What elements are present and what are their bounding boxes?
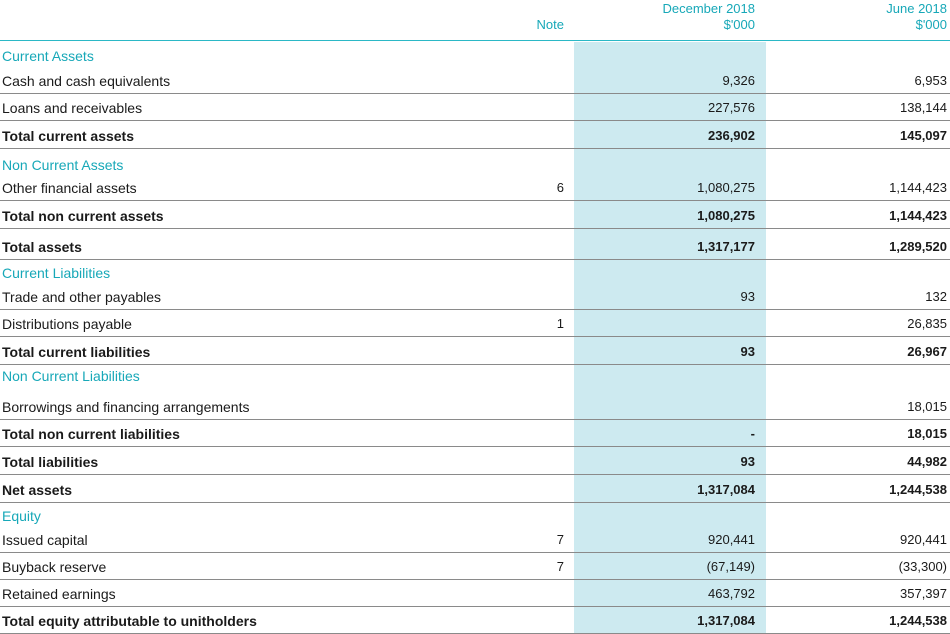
- june-2018-value: 920,441: [900, 532, 947, 547]
- table-row-borrowings-and-financing-arrangements: Borrowings and financing arrangements 18,…: [0, 388, 950, 420]
- december-2018-value: 227,576: [708, 100, 755, 115]
- table-row-total-non-current-liabilities: Total non current liabilities - 18,015: [0, 419, 950, 447]
- row-label: Total equity attributable to unitholders: [2, 613, 257, 629]
- row-note: 7: [556, 559, 564, 574]
- table-header: Note December 2018 $'000 June 2018 $'000: [0, 0, 950, 41]
- december-2018-value: 93: [740, 454, 755, 469]
- december-2018-value: 1,317,084: [697, 613, 755, 628]
- note-header-label: Note: [536, 17, 564, 32]
- table-row-other-financial-assets: Other financial assets 6 1,080,275 1,144,42…: [0, 177, 950, 201]
- june-2018-value: 6,953: [914, 73, 947, 88]
- june-column-header: June 2018 $'000: [886, 1, 947, 33]
- table-row-cash-and-cash-equivalents: Cash and cash equivalents 9,326 6,953: [0, 68, 950, 94]
- row-note: 1: [556, 316, 564, 331]
- december-2018-value: 1,080,275: [697, 208, 755, 223]
- table-row-loans-and-receivables: Loans and receivables 227,576 138,144: [0, 93, 950, 121]
- december-2018-value: 9,326: [722, 73, 755, 88]
- table-row-total-current-assets: Total current assets 236,902 145,097: [0, 120, 950, 149]
- row-label: Total current liabilities: [2, 344, 151, 360]
- row-label: Buyback reserve: [2, 559, 107, 575]
- june-2018-value: 26,967: [907, 344, 947, 359]
- june-2018-value: 18,015: [907, 399, 947, 414]
- section-heading-non-current-liabilities: Non Current Liabilities: [0, 368, 950, 388]
- row-label: Retained earnings: [2, 586, 116, 602]
- row-label: Distributions payable: [2, 316, 132, 332]
- row-label: Total non current liabilities: [2, 426, 180, 442]
- table-row-total-assets: Total assets 1,317,177 1,289,520: [0, 228, 950, 260]
- june-2018-value: 145,097: [900, 128, 947, 143]
- june-2018-value: 1,244,538: [889, 613, 947, 628]
- row-label: Total liabilities: [2, 454, 99, 470]
- table-row-distributions-payable: Distributions payable 1 26,835: [0, 309, 950, 337]
- row-note: 6: [556, 180, 564, 195]
- section-heading-label: Equity: [2, 508, 41, 524]
- june-header-unit: $'000: [915, 17, 947, 32]
- row-label: Total assets: [2, 239, 82, 255]
- december-2018-value: 1,080,275: [697, 180, 755, 195]
- december-header-unit: $'000: [723, 17, 755, 32]
- section-heading-non-current-assets: Non Current Assets: [0, 155, 950, 177]
- row-label: Cash and cash equivalents: [2, 73, 171, 89]
- row-label: Net assets: [2, 482, 73, 498]
- june-2018-value: 1,144,423: [889, 180, 947, 195]
- june-2018-value: 44,982: [907, 454, 947, 469]
- december-2018-value: 93: [740, 289, 755, 304]
- row-label: Total current assets: [2, 128, 135, 144]
- row-label: Borrowings and financing arrangements: [2, 399, 250, 415]
- section-heading-label: Non Current Assets: [2, 157, 124, 173]
- section-heading-current-assets: Current Assets: [0, 48, 950, 68]
- june-2018-value: 26,835: [907, 316, 947, 331]
- section-heading-label: Non Current Liabilities: [2, 368, 140, 384]
- december-2018-value: 920,441: [708, 532, 755, 547]
- table-row-total-liabilities: Total liabilities 93 44,982: [0, 446, 950, 475]
- december-column-header: December 2018 $'000: [663, 1, 756, 33]
- row-note: 7: [556, 532, 564, 547]
- december-header-period: December 2018: [662, 1, 756, 16]
- december-2018-value: 236,902: [708, 128, 755, 143]
- december-2018-value: -: [750, 426, 755, 441]
- december-2018-value: 1,317,084: [697, 482, 755, 497]
- section-heading-label: Current Liabilities: [2, 265, 111, 281]
- section-heading-current-liabilities: Current Liabilities: [0, 263, 950, 285]
- note-column-header: Note: [537, 17, 564, 33]
- june-header-period: June 2018: [886, 1, 947, 16]
- section-heading-label: Current Assets: [2, 48, 94, 64]
- row-label: Loans and receivables: [2, 100, 143, 116]
- table-row-total-current-liabilities: Total current liabilities 93 26,967: [0, 336, 950, 365]
- june-2018-value: 1,289,520: [889, 239, 947, 254]
- table-row-trade-and-other-payables: Trade and other payables 93 132: [0, 285, 950, 310]
- table-row-net-assets: Net assets 1,317,084 1,244,538: [0, 474, 950, 503]
- june-2018-value: 18,015: [907, 426, 947, 441]
- table-row-total-non-current-assets: Total non current assets 1,080,275 1,144,4…: [0, 200, 950, 229]
- december-2018-value: (67,149): [706, 559, 755, 574]
- december-2018-value: 1,317,177: [697, 239, 755, 254]
- section-heading-equity: Equity: [0, 506, 950, 528]
- june-2018-value: 132: [925, 289, 947, 304]
- row-label: Total non current assets: [2, 208, 164, 224]
- row-label: Issued capital: [2, 532, 88, 548]
- table-row-total-equity-attributable-to-unitholders: Total equity attributable to unitholders…: [0, 606, 950, 634]
- june-2018-value: 357,397: [900, 586, 947, 601]
- december-2018-value: 463,792: [708, 586, 755, 601]
- december-2018-value: 93: [740, 344, 755, 359]
- table-row-issued-capital: Issued capital 7 920,441 920,441: [0, 528, 950, 553]
- june-2018-value: 1,144,423: [889, 208, 947, 223]
- june-2018-value: 1,244,538: [889, 482, 947, 497]
- row-label: Trade and other payables: [2, 289, 162, 305]
- table-row-buyback-reserve: Buyback reserve 7 (67,149) (33,300): [0, 552, 950, 580]
- row-label: Other financial assets: [2, 180, 137, 196]
- june-2018-value: 138,144: [900, 100, 947, 115]
- table-row-retained-earnings: Retained earnings 463,792 357,397: [0, 579, 950, 607]
- june-2018-value: (33,300): [898, 559, 947, 574]
